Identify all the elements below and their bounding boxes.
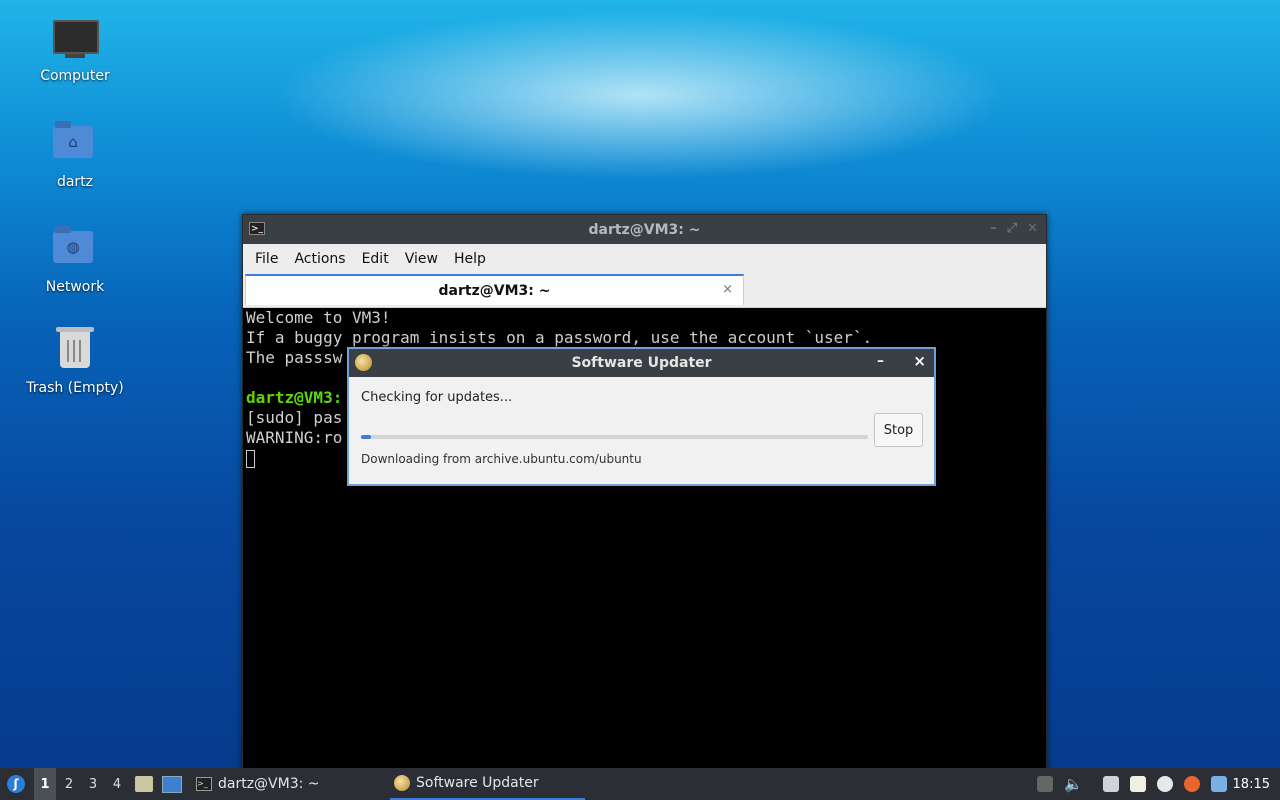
terminal-icon: >_	[196, 777, 212, 791]
clipboard-icon[interactable]	[1130, 768, 1146, 800]
show-desktop-icon	[162, 775, 182, 793]
menu-actions[interactable]: Actions	[286, 251, 353, 267]
task-label: dartz@VM3: ~	[218, 776, 320, 792]
menu-file[interactable]: File	[247, 251, 286, 267]
maximize-icon[interactable]: ⤢	[1007, 221, 1017, 236]
terminal-cursor	[246, 449, 255, 468]
workspace-2[interactable]: 2	[58, 768, 80, 800]
taskbar-task-software-updater[interactable]: Software Updater	[390, 768, 585, 800]
file-manager-launcher[interactable]	[134, 768, 154, 800]
terminal-window: >_ dartz@VM3: ~ – ⤢ ✕ File Actions Edit …	[242, 214, 1047, 776]
computer-icon	[53, 20, 99, 60]
terminal-line: Welcome to VM3!	[246, 308, 391, 327]
desktop-icon-label: Network	[45, 279, 105, 295]
tab-close-icon[interactable]: ×	[722, 282, 733, 297]
workspace-3[interactable]: 3	[82, 768, 104, 800]
close-icon[interactable]: ×	[913, 352, 926, 370]
show-desktop-button[interactable]	[162, 768, 182, 800]
terminal-line: If a buggy program insists on a password…	[246, 328, 873, 347]
terminal-tab[interactable]: dartz@VM3: ~ ×	[245, 274, 744, 305]
updater-progress-bar	[361, 435, 868, 439]
desktop-icon-label: Trash (Empty)	[26, 380, 124, 396]
stop-button[interactable]: Stop	[874, 413, 923, 447]
terminal-titlebar[interactable]: >_ dartz@VM3: ~ – ⤢ ✕	[243, 215, 1046, 244]
file-manager-icon	[135, 776, 153, 792]
software-updater-icon	[355, 354, 372, 371]
minimize-icon[interactable]: –	[877, 353, 884, 369]
terminal-tabbar: dartz@VM3: ~ ×	[243, 273, 1046, 308]
menu-edit[interactable]: Edit	[354, 251, 397, 267]
arrow-up-icon	[1037, 776, 1053, 792]
desktop-icon-label: dartz	[56, 174, 94, 190]
task-label: Software Updater	[416, 775, 539, 791]
clock[interactable]: 18:15	[1233, 768, 1270, 800]
workspace-4[interactable]: 4	[106, 768, 128, 800]
menu-view[interactable]: View	[397, 251, 446, 267]
software-updater-dialog: Software Updater – × Checking for update…	[347, 347, 936, 486]
tab-label: dartz@VM3: ~	[438, 282, 551, 299]
network-tray-icon[interactable]	[1103, 768, 1119, 800]
terminal-app-icon: >_	[249, 222, 265, 235]
application-menu-button[interactable]: ʃ	[4, 768, 28, 800]
network-folder-icon: ◍	[53, 226, 97, 271]
minimize-icon[interactable]: –	[990, 221, 997, 236]
desktop-icon-network[interactable]: ◍ Network	[20, 225, 130, 295]
notification-icon[interactable]	[1211, 768, 1227, 800]
menu-help[interactable]: Help	[446, 251, 494, 267]
desktop-icon-home-folder[interactable]: ⌂ dartz	[20, 120, 130, 190]
terminal-menubar: File Actions Edit View Help	[243, 244, 1046, 273]
workspace-1[interactable]: 1	[34, 768, 56, 800]
taskbar-task-terminal[interactable]: >_ dartz@VM3: ~	[192, 768, 386, 800]
desktop-icon-computer[interactable]: Computer	[20, 16, 130, 84]
trash-icon	[53, 327, 97, 372]
terminal-title: dartz@VM3: ~	[588, 221, 701, 238]
update-notifier-icon[interactable]	[1157, 768, 1173, 800]
lubuntu-logo-icon: ʃ	[7, 775, 25, 793]
home-folder-icon: ⌂	[53, 121, 97, 166]
taskbar: ʃ 1 2 3 4 >_ dartz@VM3: ~ Software Updat…	[0, 768, 1280, 800]
updater-detail-text: Downloading from archive.ubuntu.com/ubun…	[361, 452, 642, 466]
updater-titlebar[interactable]: Software Updater – ×	[349, 349, 934, 377]
updater-progress-fill	[361, 435, 372, 439]
desktop-icon-label: Computer	[40, 68, 110, 84]
updater-status-text: Checking for updates...	[361, 390, 513, 405]
volume-icon[interactable]: 🔈	[1064, 768, 1083, 800]
software-updater-tray-icon[interactable]	[1184, 768, 1200, 800]
software-updater-icon	[394, 775, 410, 791]
updater-title: Software Updater	[571, 355, 712, 371]
tray-expand-button[interactable]	[1037, 768, 1053, 800]
close-icon[interactable]: ✕	[1027, 221, 1038, 236]
desktop-icon-trash[interactable]: Trash (Empty)	[20, 327, 130, 396]
